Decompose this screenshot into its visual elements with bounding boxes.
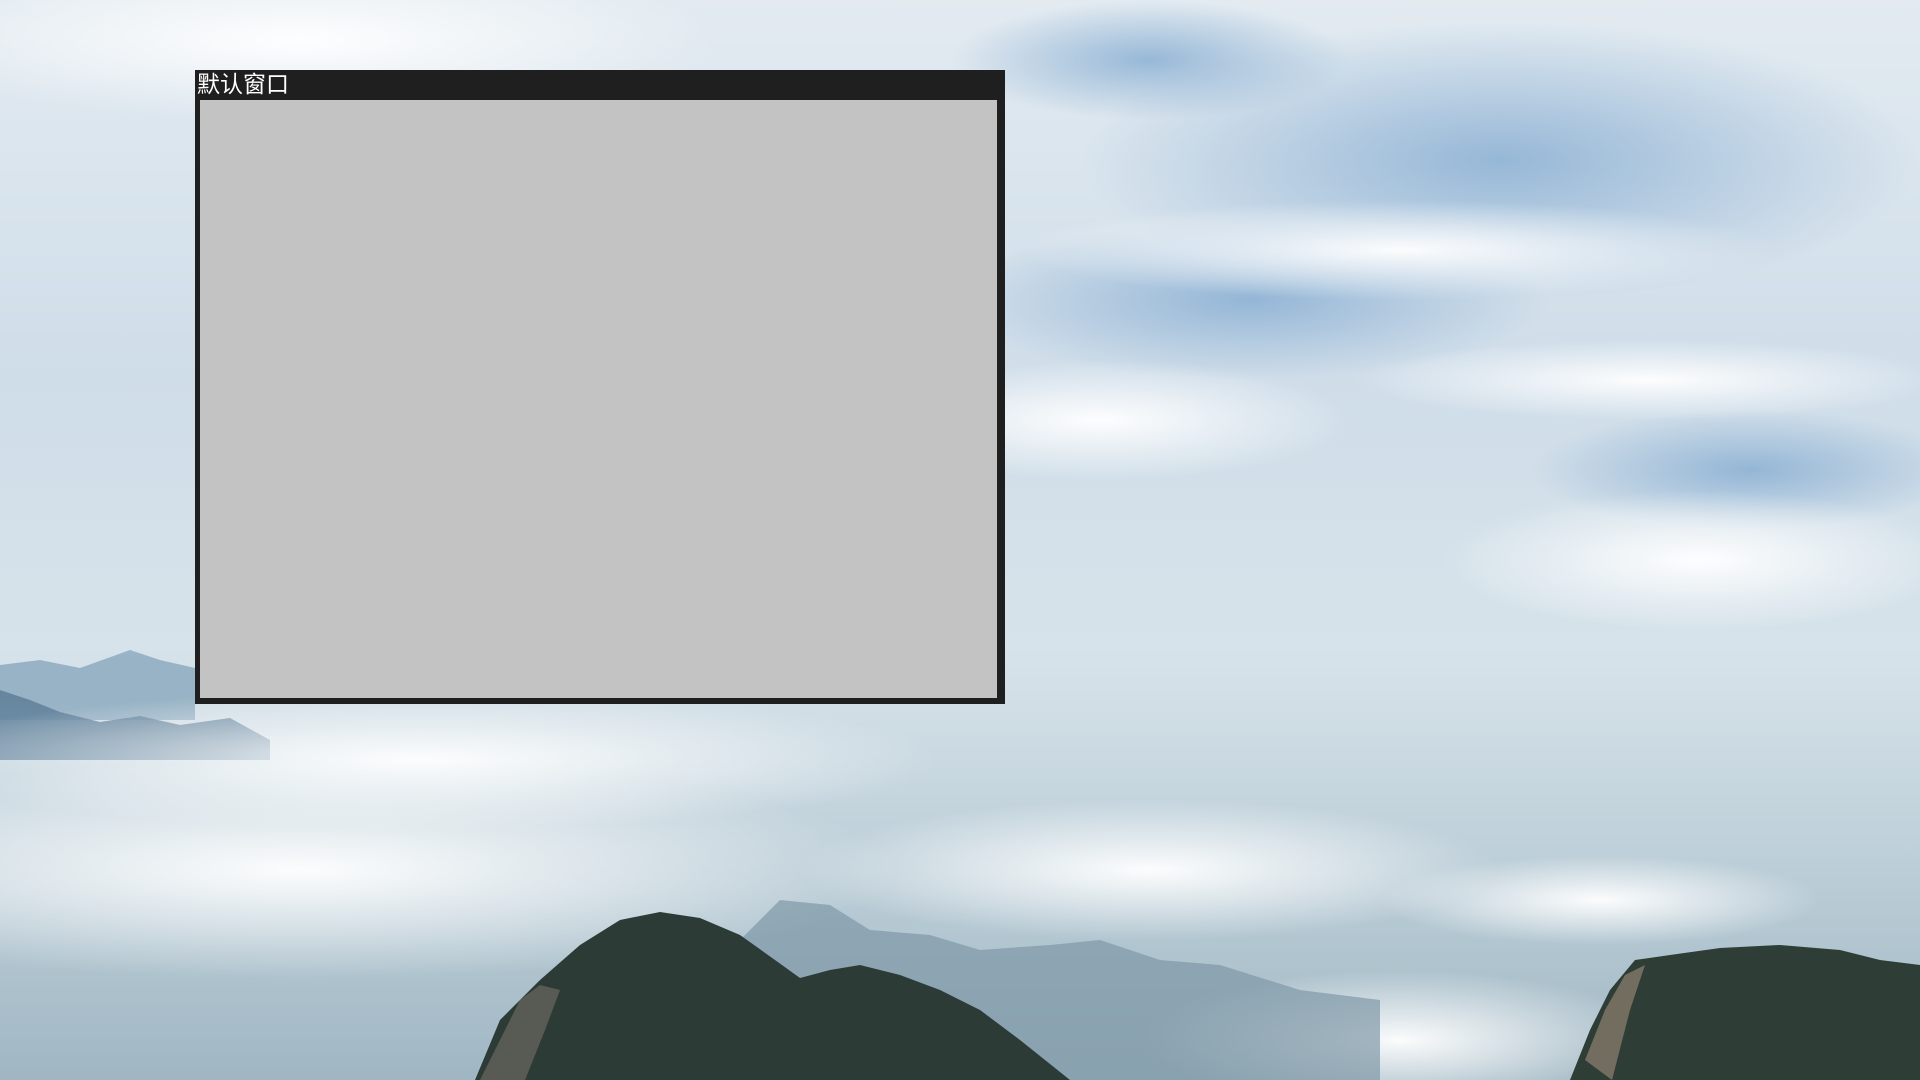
window-titlebar[interactable]: 默认窗口 bbox=[195, 70, 1005, 100]
window-client-area[interactable] bbox=[200, 100, 997, 698]
window-title: 默认窗口 bbox=[197, 72, 289, 98]
default-window[interactable]: 默认窗口 bbox=[195, 70, 1005, 704]
